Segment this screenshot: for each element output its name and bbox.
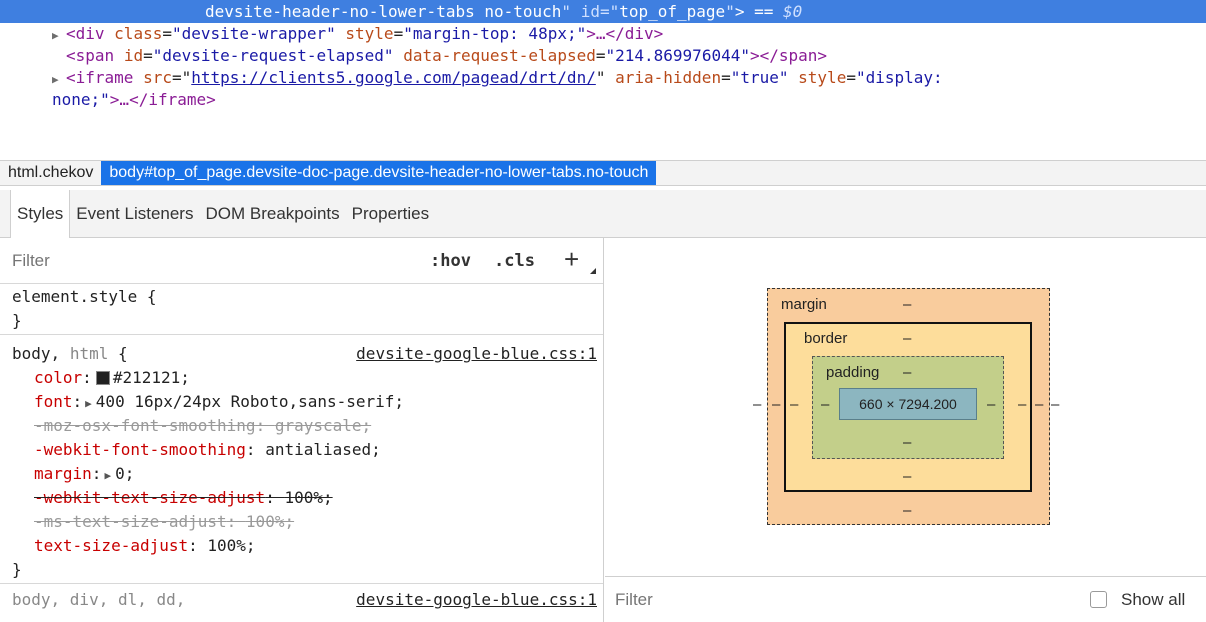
rule-selector[interactable]: element.style {	[12, 285, 603, 309]
declaration-color[interactable]: color: #212121;	[12, 366, 603, 390]
sidebar-tabs: Styles Event Listeners DOM Breakpoints Prop…	[0, 190, 1206, 238]
rule-selector-line: body, div, dl, dd, devsite-google-blue.c…	[12, 588, 603, 612]
margin-right-value[interactable]: –	[1035, 396, 1043, 413]
elements-dom-tree: devsite-header-no-lower-tabs no-touch" i…	[0, 0, 1206, 160]
breadcrumb-item-html[interactable]: html.chekov	[0, 161, 101, 185]
rule-selector[interactable]: body,	[12, 344, 60, 363]
color-swatch-icon[interactable]	[95, 371, 110, 385]
padding-label: padding	[826, 364, 880, 381]
declaration-ms-text-size-adjust[interactable]: -ms-text-size-adjust: 100%;	[12, 510, 603, 534]
outer-right-dash: –	[1051, 396, 1060, 413]
box-model-pane: 660 × 7294.200 margin – – – – border – –…	[605, 238, 1206, 576]
outer-left-dash: –	[753, 396, 762, 413]
selected-node-classes: devsite-header-no-lower-tabs no-touch	[205, 2, 562, 21]
dropdown-corner-icon	[590, 268, 596, 274]
margin-bottom-value[interactable]: –	[903, 502, 911, 519]
hov-toggle-button[interactable]: :hov	[430, 238, 471, 284]
styles-filter-bar: :hov .cls +	[0, 238, 603, 284]
breadcrumb: html.chekov body#top_of_page.devsite-doc-…	[0, 160, 1206, 186]
margin-left-value[interactable]: –	[772, 396, 780, 413]
tab-dom-breakpoints[interactable]: DOM Breakpoints	[199, 190, 345, 237]
rule-selector-line: body, html { devsite-google-blue.css:1	[12, 342, 603, 366]
expand-triangle-icon[interactable]: ▶	[52, 25, 66, 47]
declaration-webkit-text-size-adjust[interactable]: -webkit-text-size-adjust: 100%;	[12, 486, 603, 510]
selected-node-id-value: top_of_page	[619, 2, 726, 21]
border-label: border	[804, 330, 848, 347]
tab-styles[interactable]: Styles	[10, 190, 71, 238]
expand-triangle-icon[interactable]: ▶	[104, 469, 111, 482]
expand-triangle-icon[interactable]: ▶	[52, 69, 66, 91]
padding-bottom-value[interactable]: –	[903, 434, 911, 451]
rule-element-style: element.style { }	[0, 284, 603, 335]
rule-body-div-dl: body, div, dl, dd, devsite-google-blue.c…	[0, 584, 603, 612]
dom-node-div-wrapper[interactable]: ▶ <div class="devsite-wrapper" style="mar…	[0, 23, 1206, 45]
rule-source-link[interactable]: devsite-google-blue.css:1	[356, 342, 597, 366]
dom-node-iframe-continued: none;">…</iframe>	[52, 90, 216, 109]
padding-right-value[interactable]: –	[987, 396, 995, 413]
declaration-font[interactable]: font: ▶ 400 16px/24px Roboto,sans-serif;	[12, 390, 603, 414]
styles-filter-input[interactable]	[12, 238, 392, 284]
declaration-text-size-adjust[interactable]: text-size-adjust: 100%;	[12, 534, 603, 558]
padding-left-value[interactable]: –	[821, 396, 829, 413]
computed-filter-input[interactable]	[615, 577, 915, 622]
rule-body-html: body, html { devsite-google-blue.css:1 c…	[0, 335, 603, 584]
border-right-value[interactable]: –	[1018, 396, 1026, 413]
iframe-src-link[interactable]: https://clients5.google.com/pagead/drt/d…	[191, 68, 596, 87]
styles-pane: :hov .cls + element.style { } body, html…	[0, 238, 604, 622]
expand-triangle-icon[interactable]: ▶	[85, 397, 92, 410]
computed-filter-bar: Show all	[605, 576, 1206, 622]
show-all-label[interactable]: Show all	[1121, 577, 1185, 622]
tab-event-listeners[interactable]: Event Listeners	[70, 190, 199, 237]
breadcrumb-item-body[interactable]: body#top_of_page.devsite-doc-page.devsit…	[101, 161, 657, 185]
new-style-rule-button[interactable]: +	[564, 244, 579, 274]
declaration-margin[interactable]: margin: ▶ 0;	[12, 462, 603, 486]
border-left-value[interactable]: –	[790, 396, 798, 413]
dom-selected-node[interactable]: devsite-header-no-lower-tabs no-touch" i…	[0, 0, 1206, 23]
rule-selector[interactable]: body, div, dl, dd,	[12, 590, 185, 609]
rule-close-brace: }	[12, 560, 22, 579]
border-top-value[interactable]: –	[903, 330, 911, 347]
show-all-checkbox[interactable]	[1090, 591, 1107, 608]
cls-toggle-button[interactable]: .cls	[494, 238, 535, 284]
selected-node-id-attr: id	[580, 2, 600, 21]
dom-node-span-elapsed[interactable]: <span id="devsite-request-elapsed" data-…	[0, 45, 1206, 67]
tab-properties[interactable]: Properties	[346, 190, 435, 237]
rule-close-brace: }	[12, 311, 22, 330]
selected-node-close: > ==	[734, 2, 783, 21]
declaration-webkit-font-smoothing[interactable]: -webkit-font-smoothing: antialiased;	[12, 438, 603, 462]
rule-selector-dim[interactable]: html	[70, 344, 109, 363]
margin-top-value[interactable]: –	[903, 296, 911, 313]
rule-source-link[interactable]: devsite-google-blue.css:1	[356, 588, 597, 612]
margin-label: margin	[781, 296, 827, 313]
border-bottom-value[interactable]: –	[903, 468, 911, 485]
dom-node-iframe[interactable]: ▶ <iframe src="https://clients5.google.co…	[0, 67, 1206, 89]
declaration-moz-font-smoothing[interactable]: -moz-osx-font-smoothing: grayscale;	[12, 414, 603, 438]
selected-node-dollar: $0	[783, 2, 803, 21]
padding-top-value[interactable]: –	[903, 364, 911, 381]
box-model-content[interactable]: 660 × 7294.200	[839, 388, 977, 420]
